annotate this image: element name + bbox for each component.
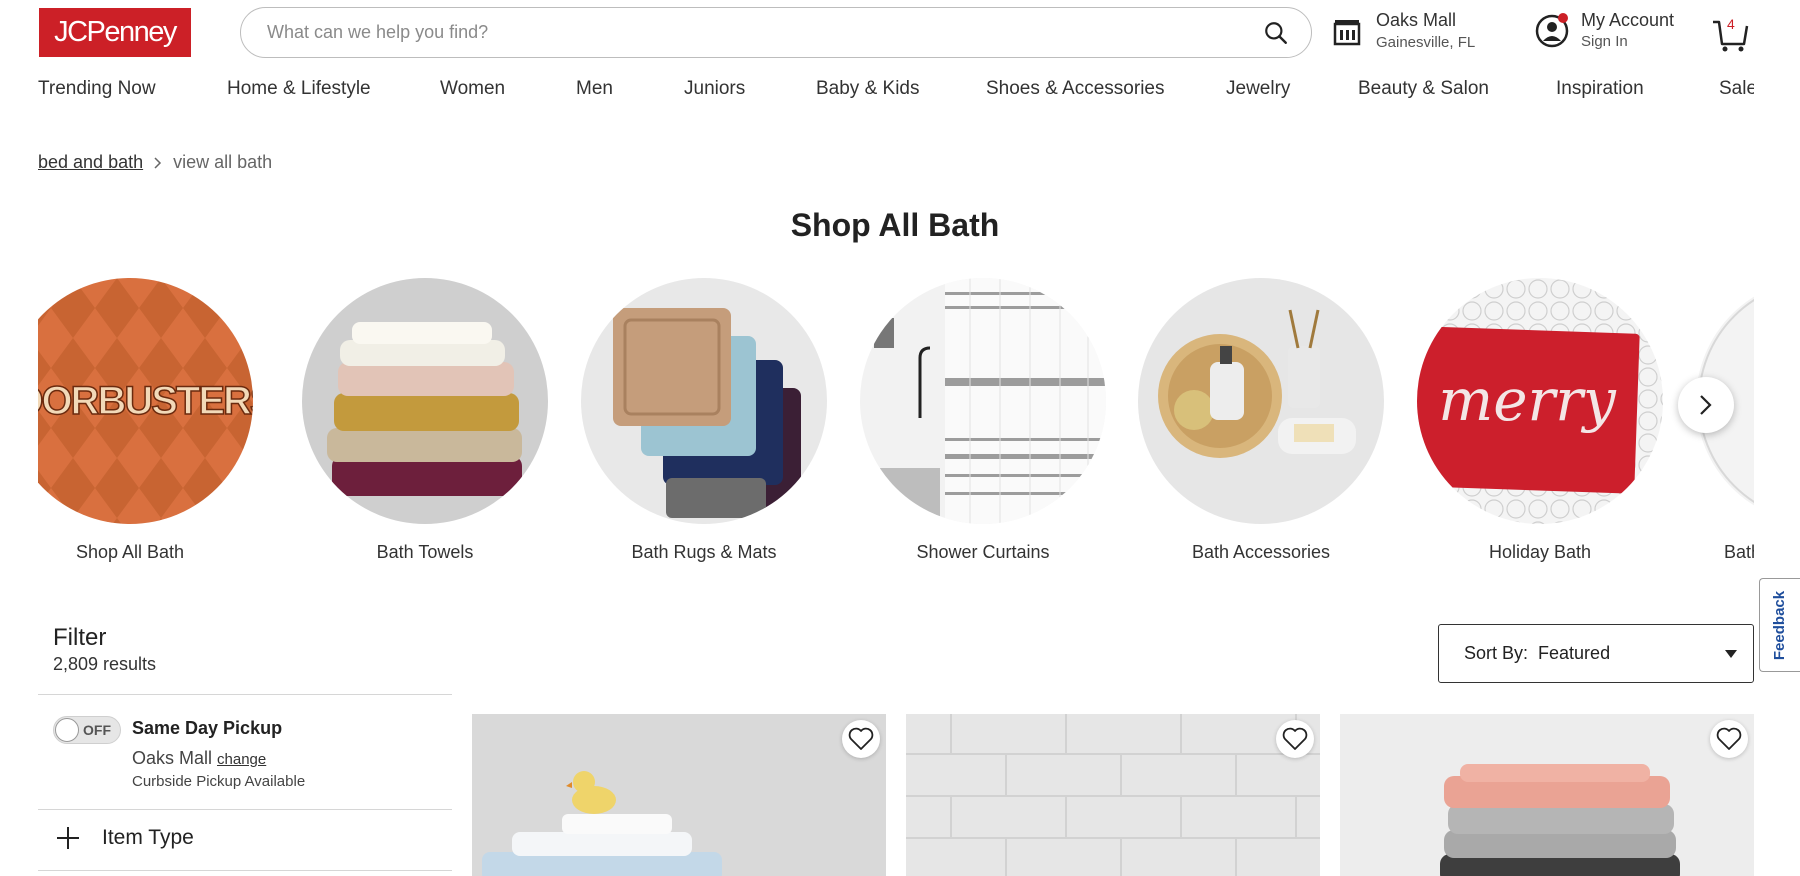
carousel-next-button[interactable] [1678, 377, 1734, 433]
filter-divider [38, 809, 452, 810]
filter-title: Filter [53, 624, 107, 651]
product-card[interactable] [1340, 714, 1754, 876]
nav-trending-now[interactable]: Trending Now [38, 78, 156, 100]
page-title: Shop All Bath [790, 207, 1000, 243]
sort-label: Sort By: [1464, 643, 1529, 663]
category-bath-rugs-mats[interactable]: Bath Rugs & Mats [581, 278, 827, 563]
nav-beauty-salon[interactable]: Beauty & Salon [1358, 78, 1489, 100]
holiday-bath-image: merry [1417, 278, 1663, 524]
search-bar[interactable] [240, 7, 1312, 58]
nav-men[interactable]: Men [576, 78, 613, 100]
breadcrumb-bed-and-bath[interactable]: bed and bath [38, 152, 143, 173]
chevron-right-icon [1700, 395, 1712, 415]
category-label: Shop All Bath [75, 542, 185, 562]
nav-juniors[interactable]: Juniors [684, 78, 745, 100]
cart-button[interactable]: 4 [1710, 14, 1750, 54]
search-icon[interactable] [1263, 20, 1289, 46]
shower-curtains-image [860, 278, 1106, 524]
nav-shoes-accessories[interactable]: Shoes & Accessories [986, 78, 1164, 100]
category-shower-curtains[interactable]: Shower Curtains [860, 278, 1106, 563]
item-type-label: Item Type [102, 826, 194, 849]
nav-baby-kids[interactable]: Baby & Kids [816, 78, 920, 100]
filter-divider [38, 870, 452, 871]
product-card[interactable] [906, 714, 1320, 876]
breadcrumb-current: view all bath [173, 152, 273, 172]
store-city: Gainesville, FL [1376, 34, 1476, 51]
bath-towels-image [302, 278, 548, 524]
logo-text: JCPenney [54, 16, 177, 48]
category-label: Bath Rugs & Mats [631, 542, 777, 562]
feedback-label: Feedback [1771, 590, 1789, 660]
doorbusters-image: DOORBUSTERS [38, 278, 253, 524]
plus-icon [57, 827, 79, 849]
same-day-pickup: Same Day Pickup Oaks Mall change Curbsid… [132, 716, 305, 792]
category-label: Bath Towels [376, 542, 474, 562]
nav-inspiration[interactable]: Inspiration [1556, 78, 1644, 100]
doorbusters-text: DOORBUSTERS [38, 379, 253, 423]
sort-value: Featured [1538, 643, 1611, 663]
category-bath-towels[interactable]: Bath Towels [302, 278, 548, 563]
nav-sale[interactable]: Sale [1719, 78, 1754, 100]
item-type-filter[interactable]: Item Type [56, 826, 194, 850]
category-label: Shower Curtains [916, 542, 1050, 562]
main-nav: Trending Now Home & Lifestyle Women Men … [38, 78, 1754, 108]
account-menu[interactable]: My Account Sign In [1535, 8, 1674, 52]
product-image [1340, 714, 1754, 876]
merry-text: merry [1438, 366, 1617, 434]
account-icon [1535, 13, 1569, 48]
toggle-knob [55, 718, 79, 742]
bath-accessories-image [1138, 278, 1384, 524]
favorite-button[interactable] [842, 720, 880, 758]
pickup-title: Same Day Pickup [132, 718, 283, 738]
product-card[interactable] [472, 714, 886, 876]
chevron-right-icon [154, 156, 162, 169]
category-label: Holiday Bath [1488, 542, 1592, 562]
heart-icon [1282, 727, 1308, 750]
favorite-button[interactable] [1276, 720, 1314, 758]
change-store-link[interactable]: change [217, 751, 266, 768]
caret-down-icon [1725, 649, 1737, 658]
same-day-pickup-toggle[interactable]: OFF [53, 716, 121, 744]
heart-icon [848, 727, 874, 750]
bath-rugs-image [581, 278, 827, 524]
breadcrumb: bed and bath view all bath [38, 152, 272, 173]
sign-in-link[interactable]: Sign In [1581, 32, 1674, 52]
nav-women[interactable]: Women [440, 78, 505, 100]
heart-icon [1716, 727, 1742, 750]
product-image [906, 714, 1320, 876]
store-icon [1333, 20, 1361, 46]
product-image [472, 714, 886, 876]
sort-dropdown[interactable]: Sort By: Featured [1438, 624, 1754, 683]
pickup-store: Oaks Mall [132, 748, 213, 768]
favorite-button[interactable] [1710, 720, 1748, 758]
category-shop-all-bath[interactable]: DOORBUSTERS Shop All Bath [38, 278, 253, 563]
cart-count: 4 [1727, 16, 1735, 32]
search-input[interactable] [267, 22, 1263, 43]
category-carousel: DOORBUSTERS Shop All Bath Bath Towels [38, 278, 1754, 578]
category-label: Bath [1724, 542, 1754, 562]
category-holiday-bath[interactable]: merry Holiday Bath [1417, 278, 1663, 563]
toggle-state: OFF [83, 722, 111, 738]
store-selector[interactable]: Oaks Mall Gainesville, FL [1332, 8, 1475, 54]
feedback-tab[interactable]: Feedback [1759, 578, 1800, 672]
category-label: Bath Accessories [1191, 542, 1331, 562]
account-title: My Account [1581, 10, 1675, 30]
category-bath-accessories[interactable]: Bath Accessories [1138, 278, 1384, 563]
results-count: 2,809 results [53, 654, 157, 674]
nav-jewelry[interactable]: Jewelry [1226, 78, 1290, 100]
store-name: Oaks Mall [1376, 10, 1457, 30]
nav-home-lifestyle[interactable]: Home & Lifestyle [227, 78, 371, 100]
filter-divider [38, 694, 452, 695]
jcpenney-logo[interactable]: JCPenney [39, 8, 191, 57]
curbside-text: Curbside Pickup Available [132, 773, 306, 790]
